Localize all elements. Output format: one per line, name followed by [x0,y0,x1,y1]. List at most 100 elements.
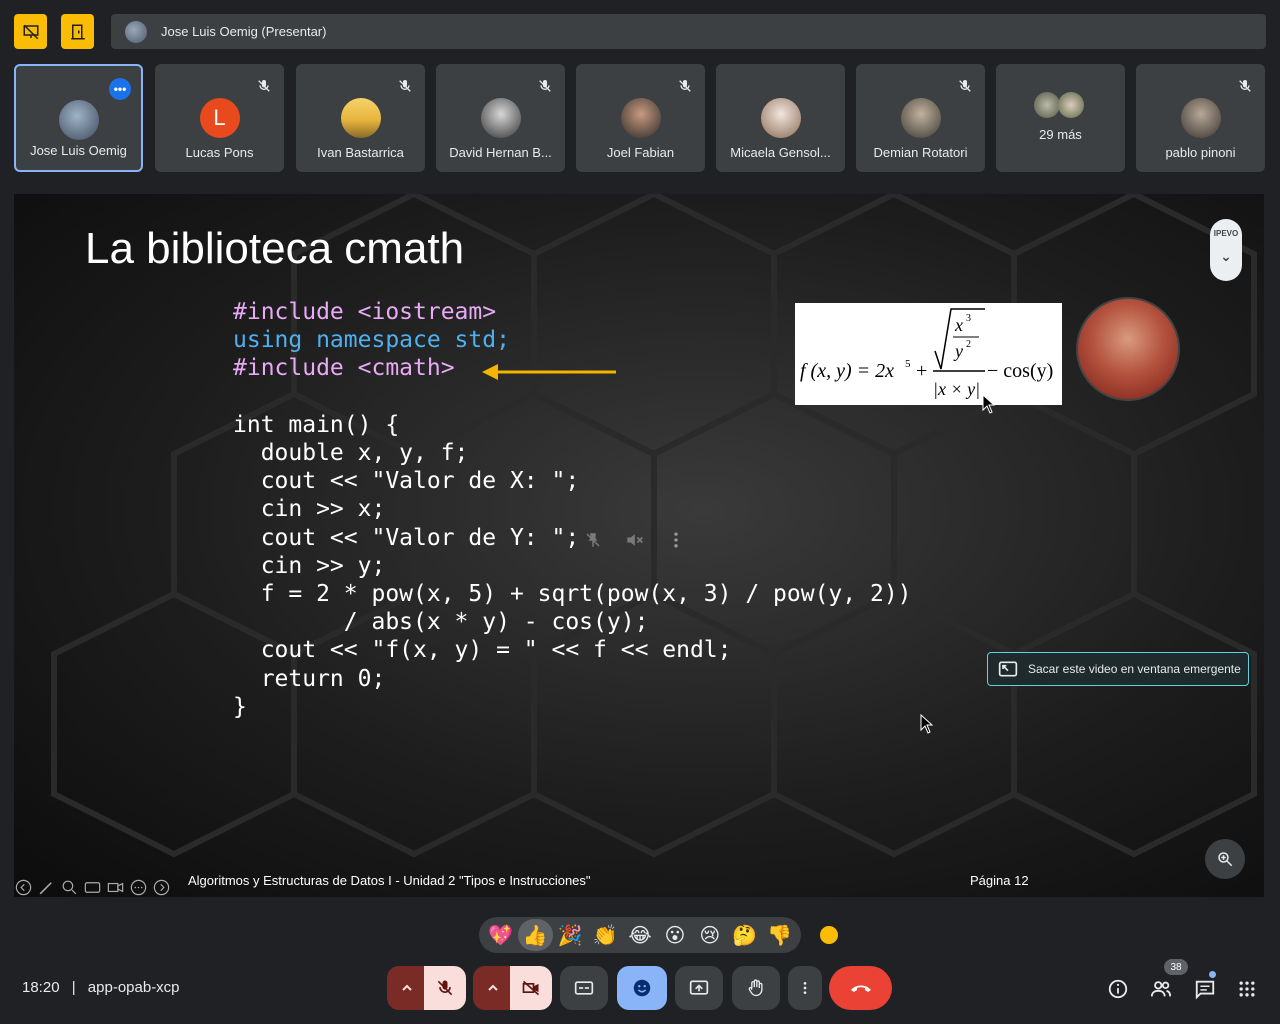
code-line: cout << "Valor de Y: "; [233,524,580,551]
formula-exp: 5 [905,358,911,370]
formula-num-x-exp: 3 [966,313,971,324]
reaction-surprised[interactable]: 😮 [657,919,692,951]
presentation-off-button[interactable] [14,14,47,49]
info-icon [1108,979,1128,999]
popout-video-tooltip[interactable]: Sacar este video en ventana emergente [987,652,1249,686]
audio-options-button[interactable] [387,966,427,1010]
reaction-thumbs-up[interactable]: 👍 [517,919,553,951]
popout-label: Sacar este video en ventana emergente [1028,662,1241,676]
end-call-button[interactable] [829,966,892,1010]
participant-tile[interactable]: David Hernan B... [436,64,565,172]
code-line: #include <iostream> [233,299,497,325]
participant-tile[interactable]: Joel Fabian [576,64,705,172]
mouse-cursor-icon [982,394,996,414]
separator: | [71,979,76,996]
ipevo-widget[interactable]: IPEVO ⌄ [1210,219,1242,281]
formula-num-x: x [954,315,963,335]
video-icon[interactable] [106,878,125,897]
volume-off-icon[interactable] [624,530,644,550]
participant-tile[interactable]: Micaela Gensol... [716,64,845,172]
slide-page-number: Página 12 [970,873,1029,888]
leave-room-button[interactable] [61,14,94,49]
participant-tile[interactable]: pablo pinoni [1136,64,1265,172]
more-options-button[interactable] [788,966,822,1010]
people-count-badge: 38 [1164,959,1188,975]
mic-off-icon [1239,80,1251,92]
formula-lhs: f (x, y) = 2x [800,360,894,382]
mic-off-icon [437,980,453,996]
more-participants-tile[interactable]: 29 más [996,64,1125,172]
meeting-code: app-opab-xcp [87,979,180,996]
avatar [1058,92,1084,118]
skin-tone-selector[interactable] [819,925,839,945]
participant-name: David Hernan B... [449,145,552,160]
people-button[interactable] [1149,977,1173,1001]
more-vert-icon [803,982,807,994]
participant-tile[interactable]: Demian Rotatori [856,64,985,172]
camera-off-icon [522,980,540,996]
meeting-details-button[interactable] [1106,977,1130,1001]
code-line: / abs(x * y) - cos(y); [233,609,649,636]
code-line: f = 2 * pow(x, 5) + sqrt(pow(x, 3) / pow… [233,581,912,608]
mic-off-icon [679,80,691,92]
zoom-icon [1218,852,1233,867]
participant-tile[interactable]: ••• Jose Luis Oemig [14,64,143,172]
pen-icon[interactable] [37,878,56,897]
reaction-thinking[interactable]: 🤔 [727,919,762,951]
captions-button[interactable] [560,966,608,1010]
chat-button[interactable] [1193,977,1217,1001]
captions-icon[interactable] [83,878,102,897]
reaction-laugh[interactable]: 😂 [623,919,658,951]
prev-slide-icon[interactable] [14,878,33,897]
avatar: L [199,98,240,138]
camera-toggle-button[interactable] [510,966,552,1010]
door-icon [70,24,85,39]
chevron-up-icon [488,984,498,991]
reaction-thumbs-down[interactable]: 👎 [762,919,797,951]
avatar [620,98,661,138]
raise-hand-button[interactable] [732,966,780,1010]
chevron-up-icon [402,984,412,991]
mic-off-icon [959,80,971,92]
formula-plus: + [916,360,927,382]
avatar [1180,98,1221,138]
slide-footer: Algoritmos y Estructuras de Datos I - Un… [188,873,591,888]
presentation-stage[interactable]: La biblioteca cmath #include <iostream> … [14,194,1264,897]
formula-image: f (x, y) = 2x 5 + x 3 y 2 |x × y| − cos(… [795,303,1062,405]
presenter-label: Jose Luis Oemig (Presentar) [161,24,327,39]
participant-tile[interactable]: Ivan Bastarrica [296,64,425,172]
people-icon [1150,981,1172,997]
zoom-button[interactable] [1205,839,1245,879]
participant-name: Lucas Pons [185,145,254,160]
formula-den-y-exp: 2 [966,339,971,350]
mouse-cursor-icon [920,714,934,734]
reaction-party[interactable]: 🎉 [553,919,588,951]
participant-tile[interactable]: L Lucas Pons [155,64,284,172]
arrow-left-icon [482,364,616,380]
emoji-icon [633,979,651,997]
reaction-heart[interactable]: 💖 [483,919,518,951]
zoom-icon[interactable] [60,878,79,897]
formula-den-y: y [953,341,963,361]
presenter-bar[interactable]: Jose Luis Oemig (Presentar) [111,14,1266,49]
reaction-sad[interactable]: 😢 [692,919,727,951]
video-options-button[interactable] [473,966,513,1010]
code-line: int main() { [233,411,400,438]
mic-toggle-button[interactable] [424,966,466,1010]
avatar [340,98,381,138]
present-screen-button[interactable] [675,966,723,1010]
presenter-avatar [125,20,147,43]
chevron-down-icon[interactable]: ⌄ [1210,248,1242,265]
reactions-button[interactable] [617,966,667,1010]
presentation-off-icon [23,24,38,39]
pin-off-icon[interactable] [584,531,602,549]
reaction-clap[interactable]: 👏 [588,919,623,951]
more-vert-icon[interactable] [666,530,686,550]
next-slide-icon[interactable] [152,878,171,897]
more-icon[interactable] [129,878,148,897]
participant-count-label: 29 más [1039,127,1082,142]
more-options-icon[interactable]: ••• [109,78,131,100]
activities-button[interactable] [1235,977,1259,1001]
code-line: cout << "Valor de X: "; [233,468,580,495]
chat-icon [1195,980,1215,1000]
